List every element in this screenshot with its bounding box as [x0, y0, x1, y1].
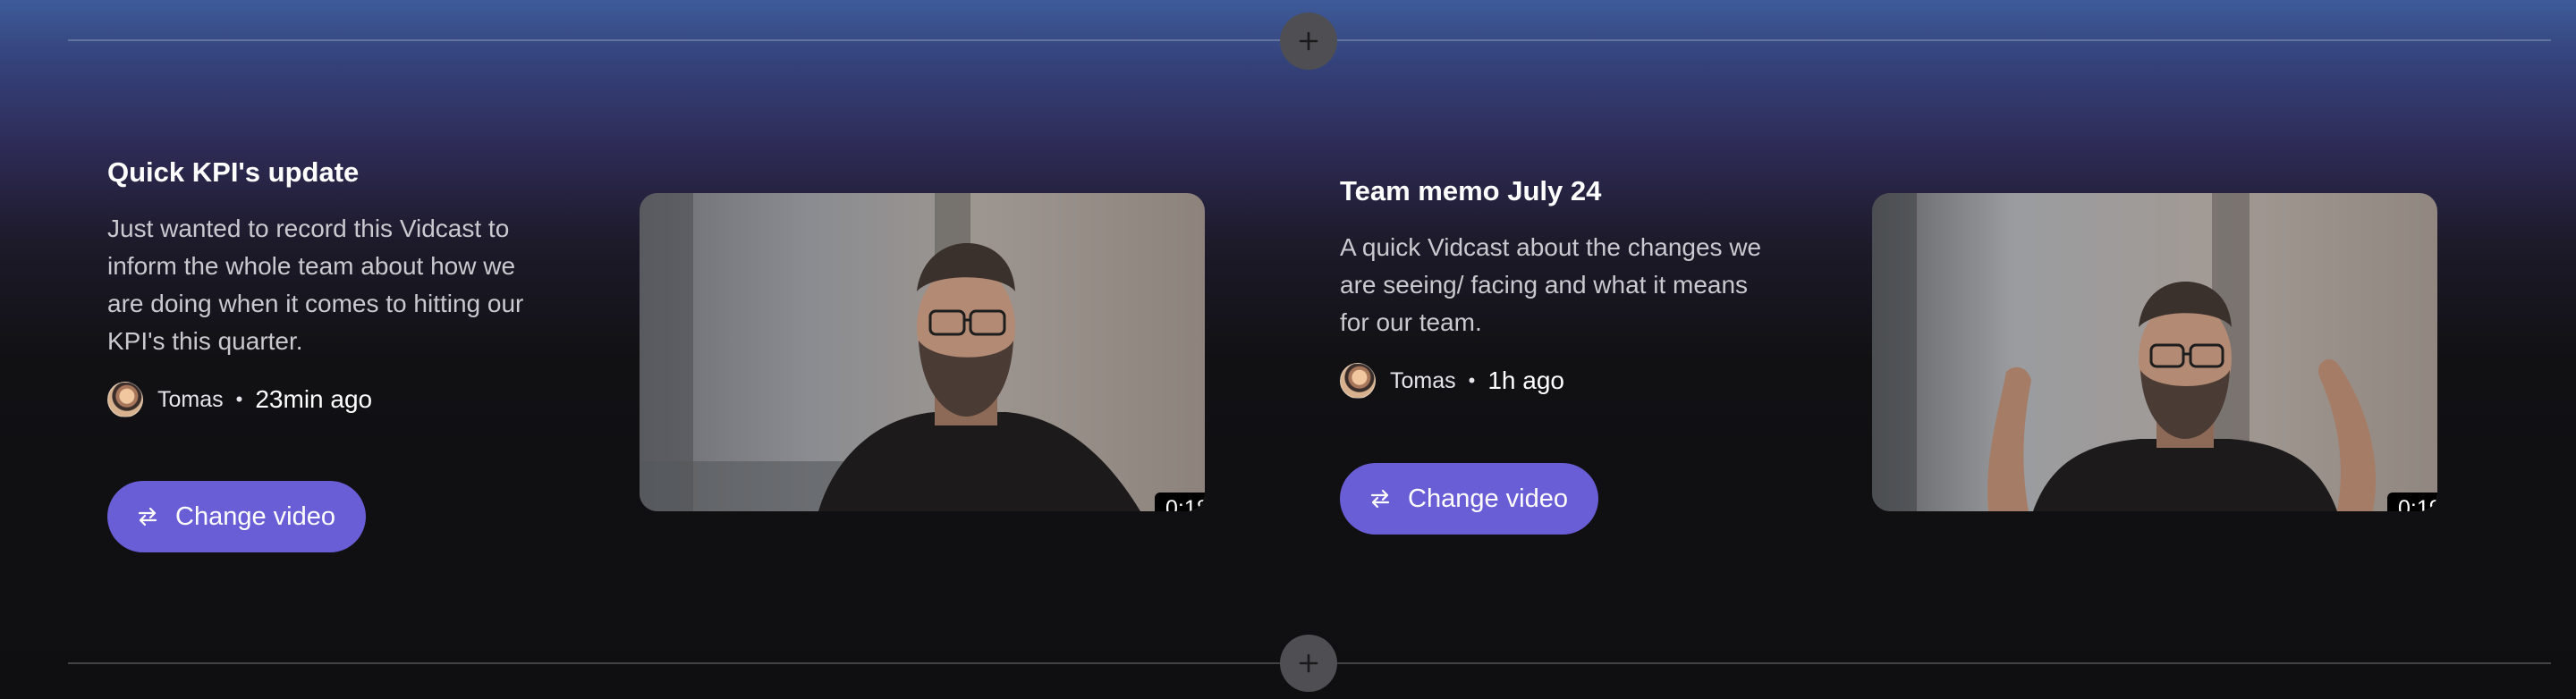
vidcast-meta: Tomas • 1h ago — [1340, 361, 1823, 400]
video-duration: 0:18 — [1155, 493, 1205, 511]
posted-time: 23min ago — [255, 385, 373, 413]
plus-icon — [1299, 653, 1318, 673]
meta-separator: • — [1468, 369, 1476, 392]
description-line: inform the whole team about how we — [107, 252, 516, 280]
description-line: are seeing/ facing and what it means — [1340, 271, 1749, 299]
video-frame — [1872, 193, 2437, 511]
posted-time: 1h ago — [1487, 366, 1564, 394]
author-name: Tomas — [1390, 367, 1456, 393]
author-name: Tomas — [157, 386, 224, 412]
description-line: are doing when it comes to hitting our — [107, 290, 524, 317]
plus-icon — [1299, 31, 1318, 51]
video-thumbnail[interactable]: 0:18 — [640, 193, 1205, 511]
description-line: KPI's this quarter. — [107, 327, 303, 355]
vidcast-title: Quick KPI's update — [107, 156, 360, 188]
avatar — [1340, 363, 1376, 399]
description-line: Just wanted to record this Vidcast to — [107, 215, 510, 242]
meta-separator: • — [235, 388, 243, 410]
description-line: for our team. — [1340, 308, 1482, 336]
change-video-label: Change video — [1408, 484, 1568, 513]
vidcast-card-2-info: Team memo July 24 A quick Vidcast about … — [1340, 173, 1823, 400]
video-thumbnail[interactable]: 0:19 — [1872, 193, 2437, 511]
add-section-button-top[interactable] — [1280, 13, 1337, 70]
description-line: A quick Vidcast about the changes we — [1340, 233, 1762, 261]
change-video-button[interactable]: Change video — [1340, 463, 1598, 535]
vidcast-card-1-info: Quick KPI's update Just wanted to record… — [107, 155, 590, 419]
vidcast-title: Team memo July 24 — [1340, 175, 1602, 206]
swap-arrows-icon — [1370, 489, 1390, 509]
avatar — [107, 382, 143, 417]
change-video-button[interactable]: Change video — [107, 481, 366, 552]
add-section-button-bottom[interactable] — [1280, 635, 1337, 692]
change-video-label: Change video — [175, 501, 335, 531]
video-frame — [640, 193, 1205, 511]
swap-arrows-icon — [138, 507, 157, 526]
vidcast-description: A quick Vidcast about the changes we are… — [1340, 229, 1823, 341]
vidcast-meta: Tomas • 23min ago — [107, 380, 590, 419]
vidcast-description: Just wanted to record this Vidcast to in… — [107, 210, 590, 360]
video-duration: 0:19 — [2387, 493, 2437, 511]
